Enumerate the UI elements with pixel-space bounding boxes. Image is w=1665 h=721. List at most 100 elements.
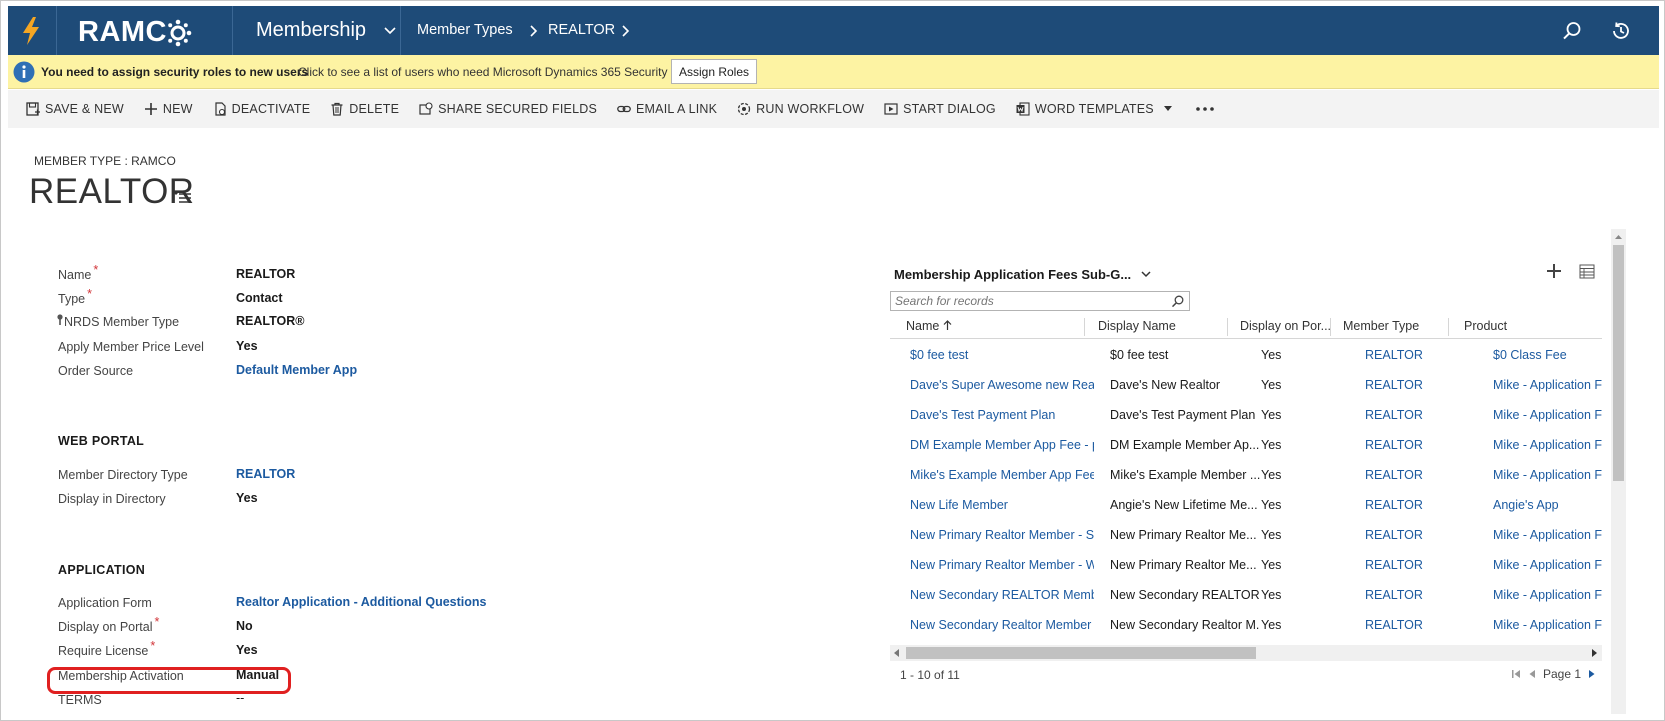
cell-product[interactable]: Mike - Application Fee — [1493, 588, 1602, 602]
terms-value[interactable]: -- — [236, 691, 244, 705]
nrds-field-value[interactable]: REALTOR® — [236, 314, 304, 328]
cell-member-type[interactable]: REALTOR — [1365, 378, 1423, 392]
vertical-scrollbar[interactable] — [1611, 229, 1626, 714]
display-directory-value[interactable]: Yes — [236, 491, 258, 505]
cell-product[interactable]: Mike - Application Fee — [1493, 528, 1602, 542]
cell-member-type[interactable]: REALTOR — [1365, 618, 1423, 632]
table-row[interactable]: DM Example Member App Fee - pr... DM Exa… — [890, 430, 1602, 460]
cell-name[interactable]: New Secondary REALTOR Member ... — [910, 588, 1094, 602]
run-workflow-button[interactable]: RUN WORKFLOW — [737, 102, 864, 116]
cell-name[interactable]: New Primary Realtor Member - St ... — [910, 528, 1094, 542]
cell-name[interactable]: Mike's Example Member App Fee -... — [910, 468, 1094, 482]
table-row[interactable]: New Secondary Realtor Member - ... New S… — [890, 610, 1602, 640]
cell-member-type[interactable]: REALTOR — [1365, 408, 1423, 422]
column-divider[interactable] — [1084, 318, 1085, 336]
scrollbar-thumb[interactable] — [1613, 245, 1624, 481]
new-button[interactable]: NEW — [144, 102, 193, 116]
chevron-right-icon[interactable] — [622, 25, 630, 37]
bolt-icon[interactable] — [14, 14, 48, 48]
cell-member-type[interactable]: REALTOR — [1365, 528, 1423, 542]
subgrid-table: Name Display Name Display on Por... Memb… — [890, 315, 1602, 645]
delete-button[interactable]: DELETE — [330, 102, 399, 116]
subgrid-search-input[interactable] — [891, 292, 1161, 310]
notification-message[interactable]: Click to see a list of users who need Mi… — [298, 65, 705, 79]
assign-roles-button[interactable]: Assign Roles — [671, 59, 757, 84]
start-dialog-button[interactable]: START DIALOG — [884, 102, 996, 116]
more-commands-button[interactable] — [1196, 107, 1214, 111]
directory-type-link[interactable]: REALTOR — [236, 467, 295, 481]
previous-page-icon[interactable] — [1527, 669, 1537, 679]
scroll-up-arrow[interactable] — [1611, 232, 1626, 242]
cell-product[interactable]: $0 Class Fee — [1493, 348, 1602, 362]
breadcrumb-realtor[interactable]: REALTOR — [548, 22, 615, 38]
next-page-icon[interactable] — [1587, 669, 1597, 679]
view-selector-icon[interactable] — [1579, 264, 1595, 279]
cell-name[interactable]: New Secondary Realtor Member - ... — [910, 618, 1094, 632]
require-license-label: Require License * — [58, 639, 156, 658]
table-row[interactable]: $0 fee test $0 fee test Yes REALTOR $0 C… — [890, 340, 1602, 370]
horizontal-scrollbar[interactable] — [890, 645, 1602, 661]
cell-product[interactable]: Angie's App — [1493, 498, 1602, 512]
ramco-logo[interactable]: RAMC — [78, 16, 193, 49]
cell-name[interactable]: New Life Member — [910, 498, 1094, 512]
name-field-value[interactable]: REALTOR — [236, 267, 295, 281]
deactivate-button[interactable]: DEACTIVATE — [213, 102, 311, 116]
subgrid-title[interactable]: Membership Application Fees Sub-G... — [894, 267, 1151, 282]
cell-product[interactable]: Mike - Application Fee — [1493, 438, 1602, 452]
breadcrumb-member-types[interactable]: Member Types — [417, 22, 513, 38]
cell-member-type[interactable]: REALTOR — [1365, 588, 1423, 602]
cell-product[interactable]: Mike - Application Fee — [1493, 558, 1602, 572]
share-secured-fields-button[interactable]: SHARE SECURED FIELDS — [419, 102, 597, 116]
cell-name[interactable]: $0 fee test — [910, 348, 1094, 362]
cell-product[interactable]: Mike - Application Fee — [1493, 468, 1602, 482]
cell-product[interactable]: Mike - Application Fee — [1493, 618, 1602, 632]
column-header-product[interactable]: Product — [1464, 319, 1507, 333]
form-selector-icon[interactable] — [174, 191, 192, 205]
scroll-right-arrow[interactable] — [1592, 649, 1597, 657]
cell-member-type[interactable]: REALTOR — [1365, 348, 1423, 362]
cell-name[interactable]: DM Example Member App Fee - pr... — [910, 438, 1094, 452]
price-level-value[interactable]: Yes — [236, 339, 258, 353]
table-row[interactable]: Mike's Example Member App Fee -... Mike'… — [890, 460, 1602, 490]
module-selector[interactable]: Membership — [256, 19, 396, 42]
column-header-display-on-portal[interactable]: Display on Por... — [1240, 319, 1331, 333]
cell-name[interactable]: Dave's Test Payment Plan — [910, 408, 1094, 422]
first-page-icon[interactable] — [1511, 669, 1521, 679]
column-divider[interactable] — [1227, 318, 1228, 336]
word-templates-button[interactable]: WORD TEMPLATES — [1016, 102, 1172, 116]
table-row[interactable]: New Primary Realtor Member - We... New P… — [890, 550, 1602, 580]
cell-member-type[interactable]: REALTOR — [1365, 438, 1423, 452]
table-row[interactable]: New Life Member Angie's New Lifetime Me.… — [890, 490, 1602, 520]
order-source-link[interactable]: Default Member App — [236, 363, 357, 377]
display-portal-value[interactable]: No — [236, 619, 253, 633]
cell-member-type[interactable]: REALTOR — [1365, 498, 1423, 512]
command-bar: SAVE & NEW NEW DEACTIVATE DELETE SHARE S… — [8, 90, 1659, 128]
search-icon[interactable] — [1561, 20, 1583, 42]
type-field-value[interactable]: Contact — [236, 291, 283, 305]
cell-product[interactable]: Mike - Application Fee — [1493, 408, 1602, 422]
column-header-member-type[interactable]: Member Type — [1343, 319, 1419, 333]
cell-member-type[interactable]: REALTOR — [1365, 558, 1423, 572]
table-row[interactable]: Dave's Super Awesome new Realto... Dave'… — [890, 370, 1602, 400]
add-record-icon[interactable] — [1546, 263, 1562, 279]
cell-product[interactable]: Mike - Application Fee — [1493, 378, 1602, 392]
application-form-link[interactable]: Realtor Application - Additional Questio… — [236, 595, 486, 609]
column-divider[interactable] — [1330, 318, 1331, 336]
table-row[interactable]: New Primary Realtor Member - St ... New … — [890, 520, 1602, 550]
recent-history-icon[interactable] — [1610, 20, 1632, 42]
search-icon[interactable] — [1171, 295, 1184, 308]
email-a-link-button[interactable]: EMAIL A LINK — [617, 102, 717, 116]
save-icon — [26, 102, 40, 116]
scroll-left-arrow[interactable] — [894, 649, 899, 657]
cell-name[interactable]: Dave's Super Awesome new Realto... — [910, 378, 1094, 392]
require-license-value[interactable]: Yes — [236, 643, 258, 657]
cell-member-type[interactable]: REALTOR — [1365, 468, 1423, 482]
scrollbar-thumb[interactable] — [906, 647, 1256, 659]
cell-name[interactable]: New Primary Realtor Member - We... — [910, 558, 1094, 572]
save-and-new-button[interactable]: SAVE & NEW — [26, 102, 124, 116]
column-header-name[interactable]: Name — [906, 319, 952, 333]
table-row[interactable]: Dave's Test Payment Plan Dave's Test Pay… — [890, 400, 1602, 430]
table-row[interactable]: New Secondary REALTOR Member ... New Sec… — [890, 580, 1602, 610]
column-divider[interactable] — [1448, 318, 1449, 336]
column-header-display-name[interactable]: Display Name — [1098, 319, 1176, 333]
